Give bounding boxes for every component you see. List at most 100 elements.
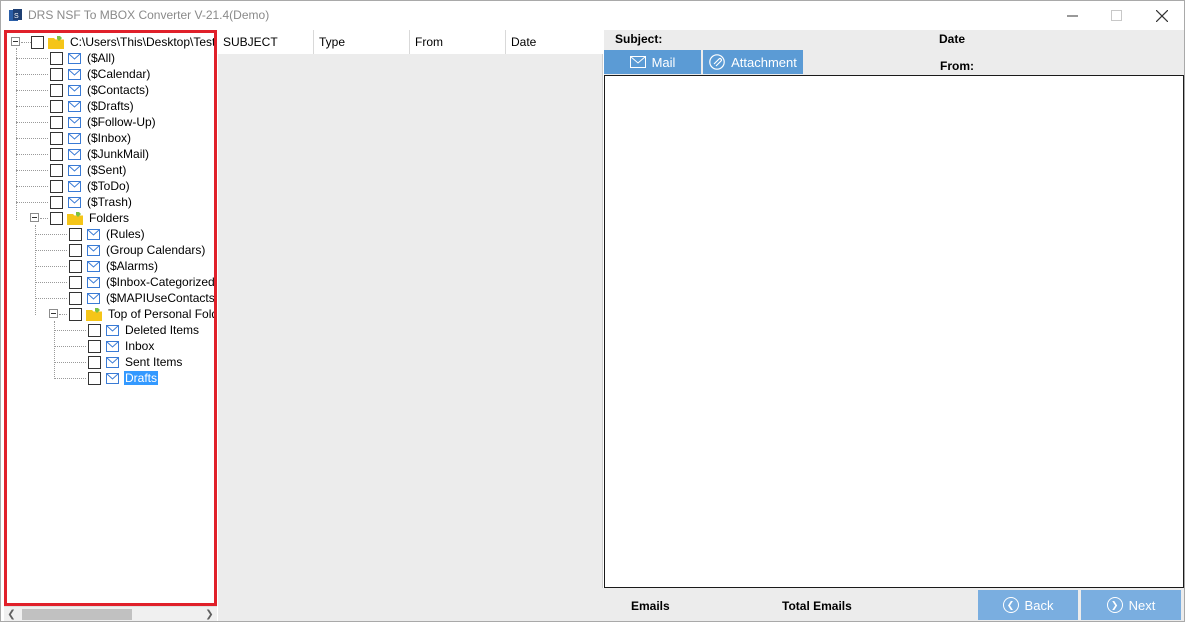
mail-icon <box>68 116 81 128</box>
tree-node-label: Deleted Items <box>125 323 200 337</box>
node-checkbox[interactable] <box>88 371 101 385</box>
mail-icon <box>106 340 119 352</box>
node-checkbox[interactable] <box>69 275 82 289</box>
tree-connector <box>16 90 48 91</box>
back-button[interactable]: ❮ Back <box>978 590 1078 620</box>
tree-node-sent-items[interactable]: Sent Items <box>88 354 183 370</box>
tree-connector <box>35 234 67 235</box>
tree-connector <box>16 106 48 107</box>
arrow-left-icon: ❮ <box>1002 597 1019 613</box>
node-checkbox[interactable] <box>50 51 63 65</box>
node-checkbox[interactable] <box>50 67 63 81</box>
tree-node-todo[interactable]: ($ToDo) <box>50 178 131 194</box>
column-header-type[interactable]: Type <box>314 30 410 54</box>
tree-connector <box>40 218 48 219</box>
tree-node-drafts-system[interactable]: ($Drafts) <box>50 98 135 114</box>
minimize-button[interactable] <box>1049 1 1095 30</box>
tree-node-folders[interactable]: Folders <box>50 210 130 226</box>
mail-icon <box>68 180 81 192</box>
mail-icon <box>68 52 81 64</box>
back-button-label: Back <box>1024 597 1054 613</box>
mail-icon <box>106 372 119 384</box>
mail-icon <box>87 228 100 240</box>
mail-icon <box>68 196 81 208</box>
tree-node-inbox[interactable]: Inbox <box>88 338 155 354</box>
column-header-date[interactable]: Date <box>506 30 603 54</box>
footer-bar: Emails Total Emails ❮ Back ❯ Next <box>218 588 1184 621</box>
tree-node-label: ($Contacts) <box>87 83 150 97</box>
tree-node-root[interactable]: C:\Users\This\Desktop\Testing <box>31 34 214 50</box>
node-checkbox[interactable] <box>69 227 82 241</box>
tree-node-contacts[interactable]: ($Contacts) <box>50 82 150 98</box>
scroll-right-arrow-icon[interactable]: ❯ <box>202 607 217 622</box>
node-checkbox[interactable] <box>50 211 63 225</box>
tree-connector <box>16 74 48 75</box>
tree-horizontal-scrollbar[interactable]: ❮ ❯ <box>4 606 217 621</box>
column-header-from[interactable]: From <box>410 30 506 54</box>
arrow-right-icon: ❯ <box>1106 597 1123 613</box>
collapse-folders-toggle[interactable] <box>30 213 39 222</box>
next-button[interactable]: ❯ Next <box>1081 590 1181 620</box>
tree-node-calendar[interactable]: ($Calendar) <box>50 66 151 82</box>
node-checkbox[interactable] <box>50 99 63 113</box>
node-checkbox[interactable] <box>50 131 63 145</box>
node-checkbox[interactable] <box>88 323 101 337</box>
tree-node-group-calendars[interactable]: (Group Calendars) <box>69 242 206 258</box>
node-checkbox[interactable] <box>88 339 101 353</box>
tree-node-sent-system[interactable]: ($Sent) <box>50 162 127 178</box>
scrollbar-thumb[interactable] <box>22 609 132 620</box>
node-checkbox[interactable] <box>50 195 63 209</box>
root-checkbox[interactable] <box>31 35 44 49</box>
tree-node-alarms[interactable]: ($Alarms) <box>69 258 159 274</box>
tree-node-label: Sent Items <box>125 355 183 369</box>
close-icon <box>1156 9 1168 22</box>
tree-node-inbox-system[interactable]: ($Inbox) <box>50 130 132 146</box>
collapse-personal-toggle[interactable] <box>49 309 58 318</box>
tree-node-label: Inbox <box>125 339 155 353</box>
node-checkbox[interactable] <box>50 83 63 97</box>
tree-node-junkmail[interactable]: ($JunkMail) <box>50 146 150 162</box>
mail-preview-body[interactable] <box>604 75 1184 588</box>
tree-node-label: ($Inbox-Categorized1) <box>106 275 217 289</box>
envelope-icon <box>629 56 646 68</box>
tree-node-inbox-categorized[interactable]: ($Inbox-Categorized1) <box>69 274 217 290</box>
column-header-subject[interactable]: SUBJECT <box>218 30 314 54</box>
collapse-root-toggle[interactable] <box>11 37 20 46</box>
app-window: S DRS NSF To MBOX Converter V-21.4(Demo) <box>0 0 1185 622</box>
tree-node-label: ($All) <box>87 51 116 65</box>
tree-node-label: (Rules) <box>106 227 145 241</box>
tree-node-mapi-contacts[interactable]: ($MAPIUseContacts) <box>69 290 217 306</box>
tree-connector <box>54 378 86 379</box>
from-label: From: <box>940 59 974 73</box>
tree-node-follow-up[interactable]: ($Follow-Up) <box>50 114 157 130</box>
tree-node-trash[interactable]: ($Trash) <box>50 194 133 210</box>
tab-mail[interactable]: Mail <box>604 50 701 74</box>
mail-icon <box>87 260 100 272</box>
tree-node-label-selected: Drafts <box>124 371 159 385</box>
emails-label: Emails <box>631 599 670 613</box>
maximize-button[interactable] <box>1093 1 1139 30</box>
tree-node-drafts[interactable]: Drafts <box>88 370 159 386</box>
node-checkbox[interactable] <box>50 179 63 193</box>
tab-attachment[interactable]: Attachment <box>703 50 803 74</box>
node-checkbox[interactable] <box>69 291 82 305</box>
node-checkbox[interactable] <box>69 259 82 273</box>
tree-node-personal-folders[interactable]: Top of Personal Folders <box>69 306 214 322</box>
folder-icon <box>48 35 64 49</box>
tree-node-deleted-items[interactable]: Deleted Items <box>88 322 200 338</box>
scroll-left-arrow-icon[interactable]: ❮ <box>4 607 19 622</box>
node-checkbox[interactable] <box>50 115 63 129</box>
node-checkbox[interactable] <box>88 355 101 369</box>
tree-node-label: ($MAPIUseContacts) <box>106 291 217 305</box>
tree-connector <box>35 266 67 267</box>
close-button[interactable] <box>1139 1 1185 30</box>
node-checkbox[interactable] <box>69 307 82 321</box>
tree-node-all[interactable]: ($All) <box>50 50 116 66</box>
tree-node-rules[interactable]: (Rules) <box>69 226 146 242</box>
tree-node-label: ($Calendar) <box>87 67 151 81</box>
node-checkbox[interactable] <box>50 163 63 177</box>
date-label: Date <box>939 32 966 46</box>
node-checkbox[interactable] <box>50 147 63 161</box>
node-checkbox[interactable] <box>69 243 82 257</box>
tree-node-label: Top of Personal Folders <box>108 307 214 321</box>
